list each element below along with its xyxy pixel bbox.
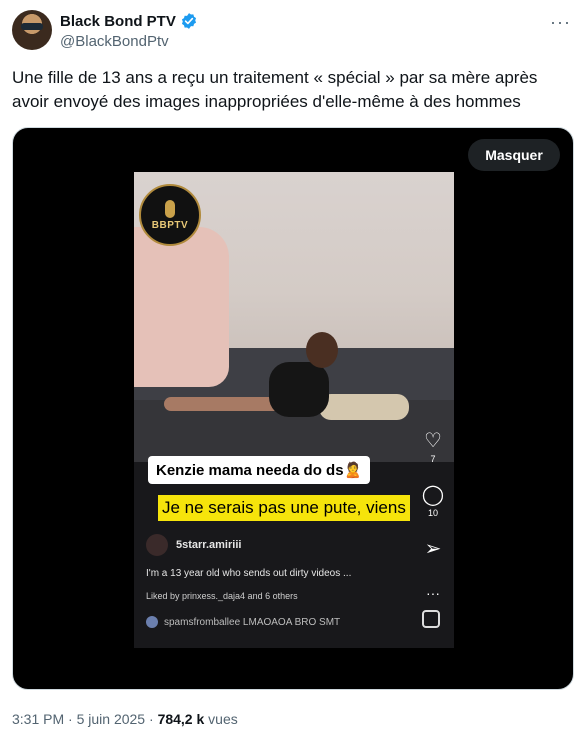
- tweet-text: Une fille de 13 ans a reçu un traitement…: [12, 68, 538, 111]
- footer-separator-2: ·: [149, 711, 154, 727]
- channel-logo: BBPTV: [139, 184, 201, 246]
- video-username[interactable]: 5starr.amiriii: [176, 539, 241, 551]
- video-scene-adult-figure: [134, 227, 229, 387]
- more-options-icon[interactable]: ···: [550, 12, 571, 33]
- video-audio: spamsfromballee LMAOAOA BRO SMT: [146, 616, 340, 628]
- microphone-icon: [165, 199, 175, 218]
- author-handle[interactable]: @BlackBondPtv: [60, 33, 169, 50]
- video-audio-label: spamsfromballee LMAOAOA BRO SMT: [164, 616, 341, 628]
- channel-logo-text: BBPTV: [151, 219, 189, 231]
- video-scene-pillow: [319, 394, 409, 420]
- likes-count: 7: [430, 454, 436, 464]
- heart-icon[interactable]: ♡: [424, 430, 442, 452]
- comments-count: 10: [427, 508, 438, 518]
- footer-separator: ·: [68, 711, 73, 727]
- video-scene-figure-head: [306, 332, 338, 368]
- views-count: 784,2 k: [157, 711, 205, 727]
- audio-icon: [146, 616, 158, 628]
- video-caption: Kenzie mama needa do ds🙎: [148, 456, 371, 484]
- video-subtitle: Je ne serais pas une pute, viens: [158, 495, 410, 521]
- tweet-time[interactable]: 3:31 PM: [12, 711, 64, 727]
- video-user-row[interactable]: 5starr.amiriii: [146, 534, 241, 556]
- video-frame[interactable]: BBPTV Kenzie mama needa do ds🙎 Je ne ser…: [134, 172, 454, 648]
- video-liked-by: Liked by prinxess._daja4 and 6 others: [146, 591, 298, 601]
- more-icon[interactable]: ···: [426, 582, 440, 604]
- author-avatar[interactable]: [12, 10, 52, 50]
- views-label: vues: [208, 711, 238, 727]
- audio-thumbnail-icon[interactable]: [422, 610, 440, 628]
- video-description: I'm a 13 year old who sends out dirty vi…: [146, 568, 352, 579]
- video-side-actions: ♡ 7 ◯ 10 ➢ ···: [418, 430, 448, 604]
- tweet-date[interactable]: 5 juin 2025: [77, 711, 146, 727]
- video-scene-figure-legs: [164, 397, 284, 411]
- video-player[interactable]: Masquer BBPTV Kenzie mama needa do ds🙎 J…: [12, 127, 574, 690]
- hide-media-button[interactable]: Masquer: [468, 139, 560, 171]
- comment-icon[interactable]: ◯: [422, 484, 444, 506]
- verified-badge-icon: [181, 13, 196, 29]
- author-display-name[interactable]: Black Bond PTV: [60, 13, 176, 30]
- video-user-avatar[interactable]: [146, 534, 168, 556]
- tweet-footer: 3:31 PM · 5 juin 2025 · 784,2 k vues: [12, 711, 238, 727]
- author-name-row[interactable]: Black Bond PTV: [60, 12, 198, 30]
- share-icon[interactable]: ➢: [425, 538, 442, 560]
- video-scene-figure-body: [269, 362, 329, 417]
